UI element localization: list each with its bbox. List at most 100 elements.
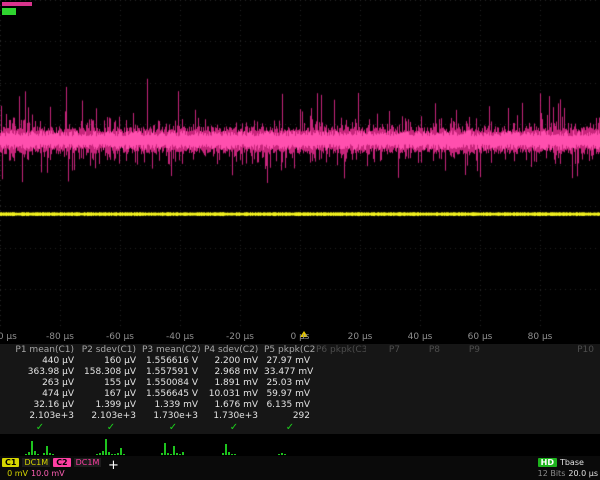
channel-c1-chip[interactable]: C1 bbox=[2, 458, 19, 467]
param-stat-value: 155 µV bbox=[80, 378, 142, 389]
c2-scale-value: 10.0 mV bbox=[31, 469, 65, 478]
param-stat-value bbox=[366, 400, 406, 411]
param-status-check: ✓ bbox=[80, 422, 142, 434]
param-histicon bbox=[316, 434, 366, 456]
time-axis-label: 80 µs bbox=[518, 332, 562, 342]
param-stat-value: 158.308 µV bbox=[80, 367, 142, 378]
param-stat-value bbox=[406, 367, 446, 378]
param-stat-value bbox=[446, 367, 486, 378]
param-stat-value: 1.399 µV bbox=[80, 400, 142, 411]
param-header-P3[interactable]: P3 mean(C2) bbox=[142, 344, 204, 356]
param-stat-value: 6.135 mV bbox=[264, 400, 316, 411]
timebase-descriptor: HD Tbase 12 Bits 20.0 µs bbox=[536, 456, 600, 480]
param-stat-value bbox=[486, 356, 600, 367]
param-stat-value: 10.031 mV bbox=[204, 389, 264, 400]
c2-coupling-badge[interactable]: DC1M bbox=[74, 458, 102, 467]
param-status-check bbox=[316, 422, 366, 434]
param-stat-value bbox=[486, 411, 600, 422]
param-header-P5[interactable]: P5 pkpk(C2) bbox=[264, 344, 316, 356]
param-header-P2[interactable]: P2 sdev(C1) bbox=[80, 344, 142, 356]
top-left-indicator-magenta bbox=[2, 2, 32, 6]
param-header-P1[interactable]: P1 mean(C1) bbox=[0, 344, 80, 356]
param-status-check: ✓ bbox=[204, 422, 264, 434]
c1-scale-value: 0 mV bbox=[2, 469, 28, 478]
param-header-P7[interactable]: P7 bbox=[366, 344, 406, 356]
param-stat-value: 263 µV bbox=[0, 378, 80, 389]
time-axis-label: -60 µs bbox=[98, 332, 142, 342]
param-stat-value bbox=[316, 367, 366, 378]
param-stat-value: 25.03 mV bbox=[264, 378, 316, 389]
time-axis-label: 20 µs bbox=[338, 332, 382, 342]
param-stat-value: 59.97 mV bbox=[264, 389, 316, 400]
param-status-check: ✓ bbox=[142, 422, 204, 434]
param-stat-value: 1.556645 V bbox=[142, 389, 204, 400]
param-stat-value bbox=[446, 411, 486, 422]
param-stat-value: 2.103e+3 bbox=[80, 411, 142, 422]
param-stat-value bbox=[366, 378, 406, 389]
param-histicon bbox=[366, 434, 406, 456]
param-header-P8[interactable]: P8 bbox=[406, 344, 446, 356]
param-stat-value bbox=[406, 378, 446, 389]
param-stat-value: 440 µV bbox=[0, 356, 80, 367]
param-stat-value bbox=[316, 411, 366, 422]
time-axis-label: 60 µs bbox=[458, 332, 502, 342]
param-stat-value bbox=[316, 378, 366, 389]
param-stat-value: 474 µV bbox=[0, 389, 80, 400]
param-stat-value bbox=[366, 367, 406, 378]
time-axis-label: -20 µs bbox=[218, 332, 262, 342]
param-status-check bbox=[446, 422, 486, 434]
param-stat-value: 32.16 µV bbox=[0, 400, 80, 411]
param-histicon bbox=[446, 434, 486, 456]
hd-bits-label: 12 Bits bbox=[538, 469, 566, 478]
time-axis-label: -40 µs bbox=[158, 332, 202, 342]
scope-canvas bbox=[0, 0, 600, 330]
oscilloscope-screen: -100 µs-80 µs-60 µs-40 µs-20 µs0 µs20 µs… bbox=[0, 0, 600, 480]
param-stat-value bbox=[316, 389, 366, 400]
param-stat-value bbox=[446, 400, 486, 411]
param-stat-value bbox=[406, 411, 446, 422]
param-status-check bbox=[406, 422, 446, 434]
hd-badge: HD bbox=[538, 458, 557, 467]
param-stat-value: 2.968 mV bbox=[204, 367, 264, 378]
measurement-table: P1 mean(C1)P2 sdev(C1)P3 mean(C2)P4 sdev… bbox=[0, 344, 600, 456]
param-histicon bbox=[80, 434, 142, 456]
param-stat-value: 2.200 mV bbox=[204, 356, 264, 367]
param-stat-value: 1.556616 V bbox=[142, 356, 204, 367]
param-status-check: ✓ bbox=[0, 422, 80, 434]
tbase-value[interactable]: 20.0 µs bbox=[568, 469, 598, 478]
param-histicon bbox=[0, 434, 80, 456]
param-header-P4[interactable]: P4 sdev(C2) bbox=[204, 344, 264, 356]
param-stat-value bbox=[406, 356, 446, 367]
param-stat-value bbox=[406, 389, 446, 400]
param-stat-value: 1.550084 V bbox=[142, 378, 204, 389]
tbase-label[interactable]: Tbase bbox=[560, 458, 584, 467]
param-stat-value: 160 µV bbox=[80, 356, 142, 367]
param-stat-value bbox=[486, 389, 600, 400]
channel-c2-chip[interactable]: C2 bbox=[53, 458, 70, 467]
param-stat-value bbox=[446, 378, 486, 389]
param-header-P9[interactable]: P9 bbox=[446, 344, 486, 356]
param-stat-value bbox=[486, 400, 600, 411]
bottom-bar: C1 DC1M C2 DC1M 0 mV 10.0 mV + HD Tbase … bbox=[0, 456, 600, 480]
param-status-check: ✓ bbox=[264, 422, 316, 434]
param-stat-value bbox=[486, 367, 600, 378]
param-stat-value: 1.730e+3 bbox=[142, 411, 204, 422]
param-histicon bbox=[406, 434, 446, 456]
param-histicon bbox=[264, 434, 316, 456]
param-stat-value: 1.891 mV bbox=[204, 378, 264, 389]
channel-descriptors: C1 DC1M C2 DC1M 0 mV 10.0 mV bbox=[0, 456, 103, 480]
crosshair-button[interactable]: + bbox=[108, 459, 119, 472]
param-stat-value: 167 µV bbox=[80, 389, 142, 400]
time-axis-label: 40 µs bbox=[398, 332, 442, 342]
param-stat-value: 292 bbox=[264, 411, 316, 422]
param-stat-value bbox=[366, 356, 406, 367]
param-stat-value: 1.676 mV bbox=[204, 400, 264, 411]
param-header-P10[interactable]: P10 bbox=[486, 344, 600, 356]
time-axis-label: 0 µs bbox=[278, 332, 322, 342]
waveform-display bbox=[0, 0, 600, 330]
param-header-P6[interactable]: P6 pkpk(C3) bbox=[316, 344, 366, 356]
param-stat-value: 1.730e+3 bbox=[204, 411, 264, 422]
param-stat-value: 363.98 µV bbox=[0, 367, 80, 378]
time-axis: -100 µs-80 µs-60 µs-40 µs-20 µs0 µs20 µs… bbox=[0, 330, 600, 344]
c1-coupling-badge[interactable]: DC1M bbox=[22, 458, 50, 467]
